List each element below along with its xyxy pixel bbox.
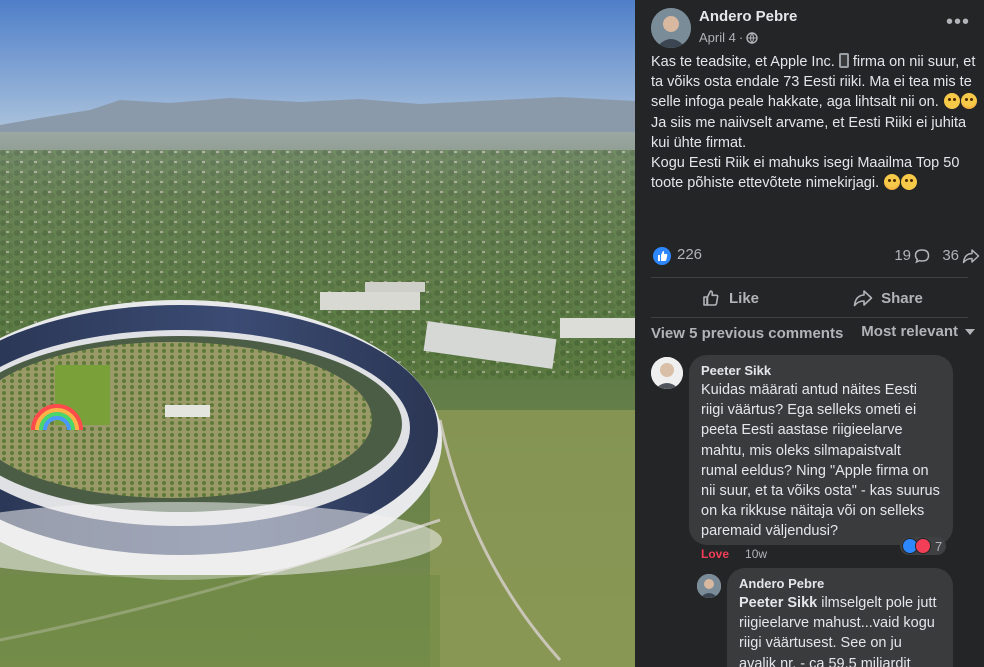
comment-reaction-count: 7 bbox=[935, 538, 943, 554]
reply-mention[interactable]: Peeter Sikk bbox=[739, 595, 817, 611]
divider bbox=[651, 277, 968, 278]
person-icon bbox=[697, 574, 721, 598]
comment-footer: Love 10w bbox=[701, 547, 767, 561]
post-stats: 226 19 36 bbox=[651, 245, 982, 267]
more-options-icon[interactable]: ••• bbox=[946, 12, 970, 36]
comment-count[interactable]: 19 bbox=[894, 247, 930, 264]
comment-sort-label: Most relevant bbox=[861, 323, 958, 340]
commenter-avatar[interactable] bbox=[651, 357, 683, 389]
post-meta: April 4 · bbox=[699, 30, 758, 45]
globe-icon bbox=[746, 31, 758, 44]
flushed-face-emoji-icon bbox=[884, 174, 901, 191]
frowning-face-emoji-icon bbox=[901, 174, 918, 191]
exploding-head-emoji-icon bbox=[960, 93, 977, 110]
post-text: Kas te teadsite, et Apple Inc. firma on … bbox=[651, 52, 979, 193]
view-previous-comments-link[interactable]: View 5 previous comments bbox=[651, 325, 843, 342]
like-button-label: Like bbox=[728, 289, 759, 307]
comment-count-value: 19 bbox=[894, 247, 911, 264]
reply-author[interactable]: Andero Pebre bbox=[739, 576, 941, 591]
comment-reactions[interactable]: 7 bbox=[900, 537, 947, 555]
comment-bubble-icon bbox=[914, 248, 930, 263]
share-count-value: 36 bbox=[942, 247, 959, 264]
comment-bubble: Peeter Sikk Kuidas määrati antud näites … bbox=[689, 355, 953, 545]
post-date[interactable]: April 4 bbox=[699, 30, 736, 45]
mobile-phone-emoji-icon bbox=[838, 53, 849, 68]
like-button[interactable]: Like bbox=[651, 280, 809, 316]
person-icon bbox=[651, 8, 691, 48]
person-icon bbox=[651, 357, 683, 389]
divider bbox=[651, 317, 968, 318]
comment-text: Kuidas määrati antud näites Eesti riigi … bbox=[701, 382, 940, 540]
post-author[interactable]: Andero Pebre bbox=[699, 8, 797, 25]
reaction-count[interactable]: 226 bbox=[677, 246, 702, 263]
post-panel: Andero Pebre April 4 · ••• Kas te teadsi… bbox=[635, 0, 984, 667]
post-paragraph: Kogu Eesti Riik ei mahuks isegi Maailma … bbox=[651, 153, 979, 193]
post-text-part: Kas te teadsite, et Apple Inc. bbox=[651, 54, 839, 70]
post-photo[interactable] bbox=[0, 0, 635, 667]
share-button[interactable]: Share bbox=[809, 280, 967, 316]
love-reaction-button[interactable]: Love bbox=[701, 547, 729, 561]
apple-park-aerial-image bbox=[0, 0, 635, 667]
post-actions: Like Share bbox=[651, 280, 968, 316]
meta-separator: · bbox=[738, 30, 744, 45]
share-count[interactable]: 36 bbox=[942, 247, 980, 264]
thumbs-up-icon bbox=[703, 290, 719, 306]
reply-bubble: Andero Pebre Peeter Sikk ilmselgelt pole… bbox=[727, 568, 953, 667]
caret-down-icon bbox=[965, 328, 975, 335]
post-paragraph: Ja siis me naiivselt arvame, et Eesti Ri… bbox=[651, 114, 967, 151]
share-arrow-icon bbox=[853, 290, 873, 307]
fearful-face-emoji-icon bbox=[943, 93, 960, 110]
share-button-label: Share bbox=[881, 289, 923, 307]
replier-avatar[interactable] bbox=[697, 574, 721, 598]
comment-author[interactable]: Peeter Sikk bbox=[701, 363, 941, 378]
author-avatar[interactable] bbox=[651, 8, 691, 48]
comment-sort-dropdown[interactable]: Most relevant bbox=[861, 323, 976, 340]
share-arrow-icon bbox=[962, 248, 980, 263]
post-header: Andero Pebre April 4 · ••• bbox=[651, 8, 976, 48]
post-paragraph: Kas te teadsite, et Apple Inc. firma on … bbox=[651, 52, 979, 113]
comment-time[interactable]: 10w bbox=[745, 547, 767, 561]
like-reaction-icon[interactable] bbox=[653, 247, 671, 265]
reply-text: Peeter Sikk ilmselgelt pole jutt riigiee… bbox=[739, 593, 941, 667]
love-reaction-icon bbox=[915, 538, 931, 554]
